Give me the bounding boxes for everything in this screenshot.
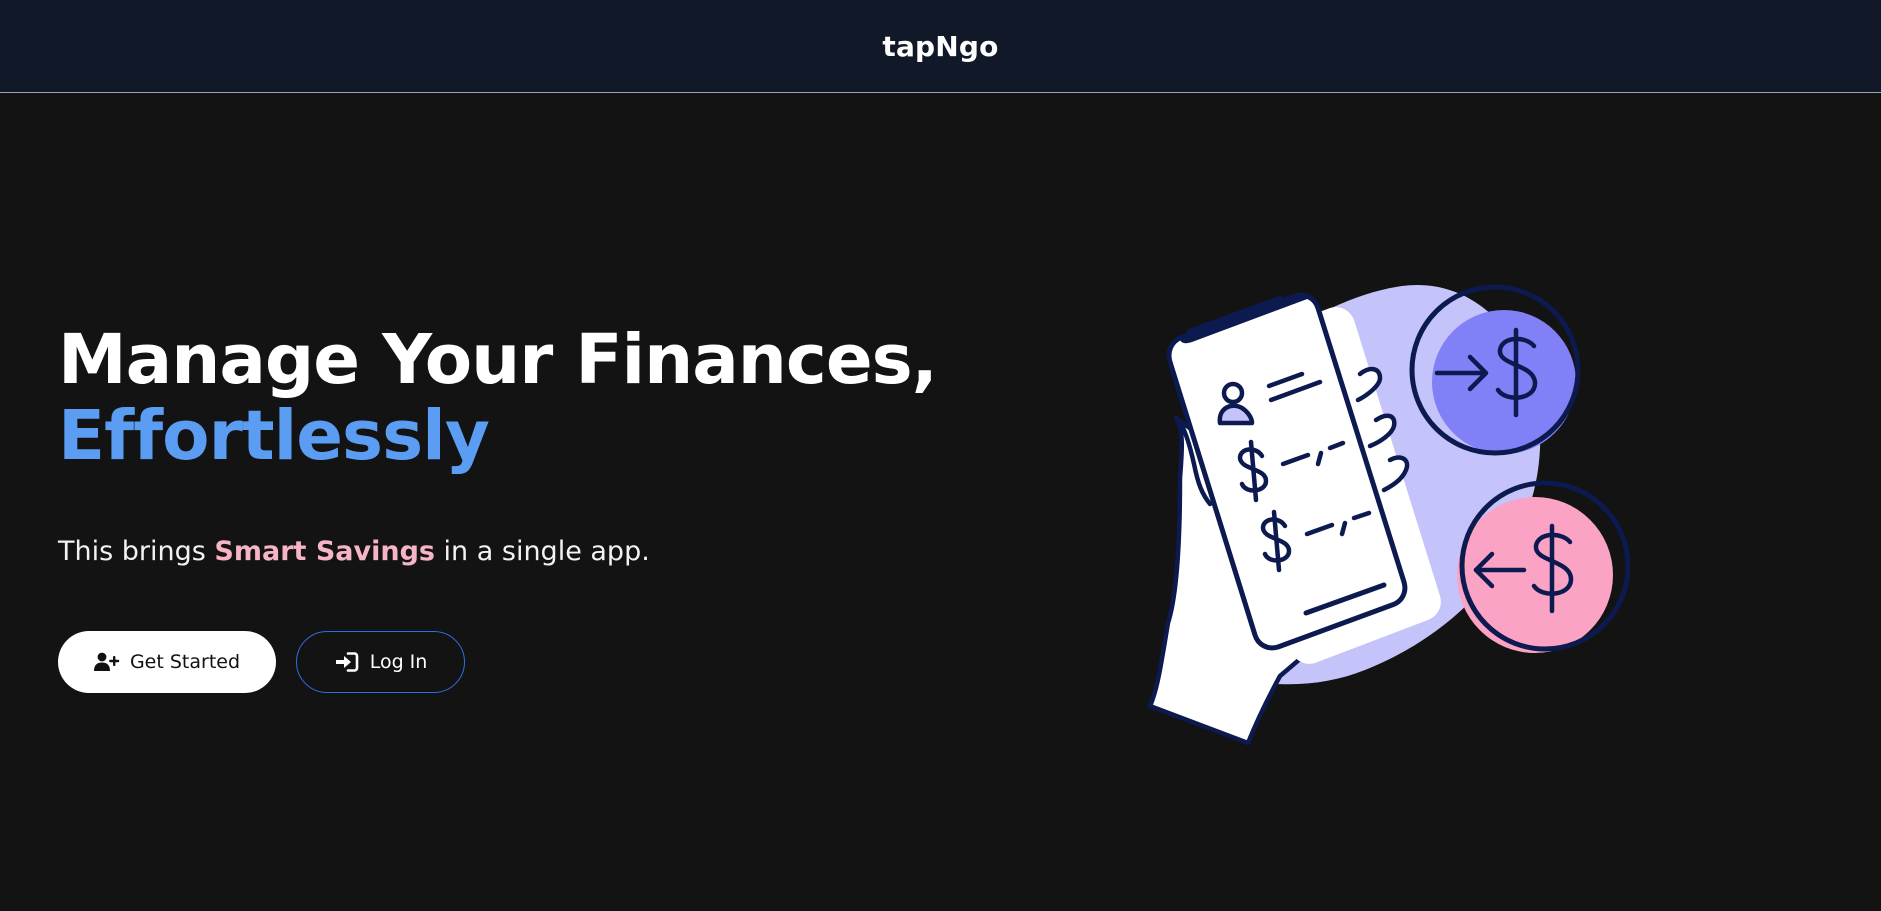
subtitle-text-start: This brings xyxy=(58,536,215,567)
get-started-button[interactable]: Get Started xyxy=(58,631,276,693)
hero-text: Manage Your Finances, Effortlessly xyxy=(58,322,1018,474)
log-in-button[interactable]: Log In xyxy=(296,631,465,693)
receive-money-coin-icon xyxy=(1457,480,1631,653)
brand-logo-text[interactable]: tapNgo xyxy=(882,30,998,63)
top-navbar: tapNgo xyxy=(0,0,1881,93)
user-plus-icon xyxy=(93,651,120,673)
get-started-label: Get Started xyxy=(129,651,241,673)
hero-headline: Manage Your Finances, Effortlessly xyxy=(58,322,1018,474)
subtitle-text-end: in a single app. xyxy=(434,536,650,567)
headline-line-2: Effortlessly xyxy=(58,396,490,476)
subtitle-accent: Smart Savings xyxy=(214,536,435,567)
send-money-coin-icon xyxy=(1409,284,1581,456)
finance-illustration xyxy=(1140,278,1631,748)
hero-subtitle: This brings Smart Savings in a single ap… xyxy=(58,536,650,567)
log-in-label: Log In xyxy=(369,651,428,673)
headline-line-1: Manage Your Finances, xyxy=(58,320,938,400)
sign-in-icon xyxy=(334,651,360,673)
